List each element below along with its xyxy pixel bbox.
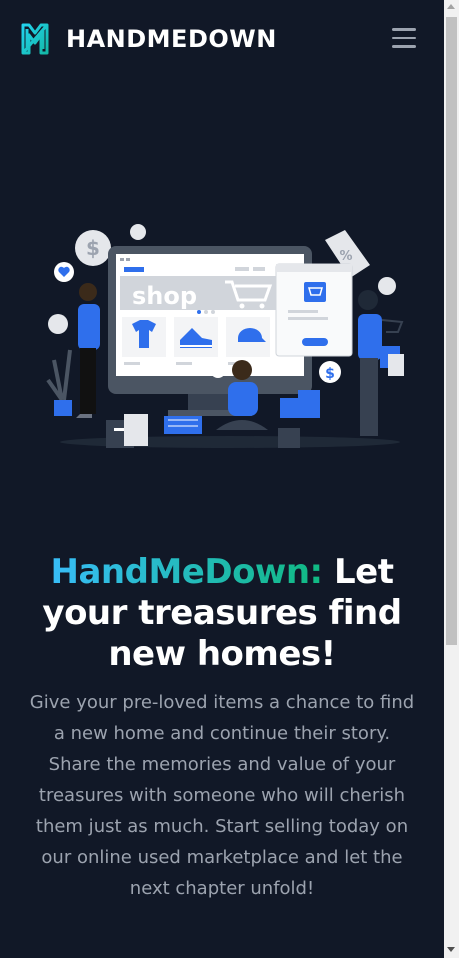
page-scrollbar[interactable] — [444, 0, 459, 958]
svg-text:%: % — [339, 249, 352, 264]
hamburger-menu-icon — [390, 28, 418, 48]
brand-link[interactable]: HANDMEDOWN — [18, 22, 277, 56]
menu-button[interactable] — [390, 28, 418, 52]
svg-text:$: $ — [325, 366, 335, 382]
brand-name: HANDMEDOWN — [66, 25, 277, 53]
hero-description: Give your pre-loved items a chance to fi… — [29, 692, 415, 899]
navbar: HANDMEDOWN — [0, 0, 444, 80]
scrollbar-thumb[interactable] — [446, 17, 457, 645]
hero-headline: HandMeDown: Let your treasures find new … — [22, 552, 422, 675]
illustration-shop-label: shop — [132, 282, 197, 310]
handmedown-logo-icon — [21, 23, 49, 55]
headline-brand: HandMeDown: — [50, 552, 324, 592]
online-shopping-illustration: $ % shop $ — [46, 224, 404, 448]
page: HANDMEDOWN $ % shop $ HandMeDown: Let yo… — [0, 0, 444, 958]
scroll-up-arrow-icon[interactable] — [447, 4, 455, 9]
svg-text:$: $ — [86, 236, 100, 260]
scroll-down-arrow-icon[interactable] — [447, 947, 455, 952]
